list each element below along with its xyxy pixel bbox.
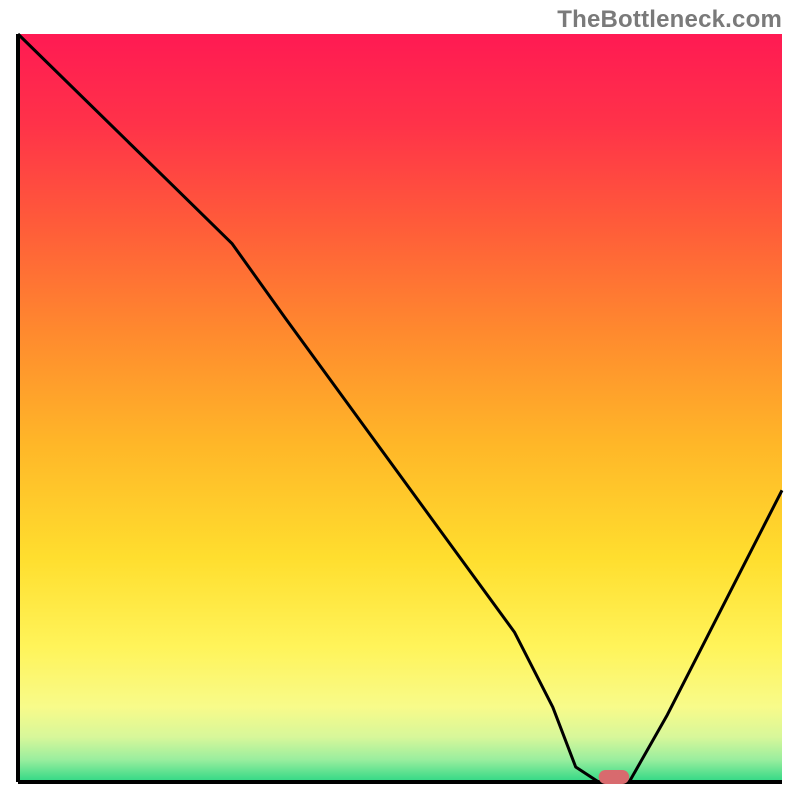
- chart-container: TheBottleneck.com: [0, 0, 800, 800]
- bottleneck-plot: [0, 0, 800, 800]
- optimal-marker: [599, 770, 630, 784]
